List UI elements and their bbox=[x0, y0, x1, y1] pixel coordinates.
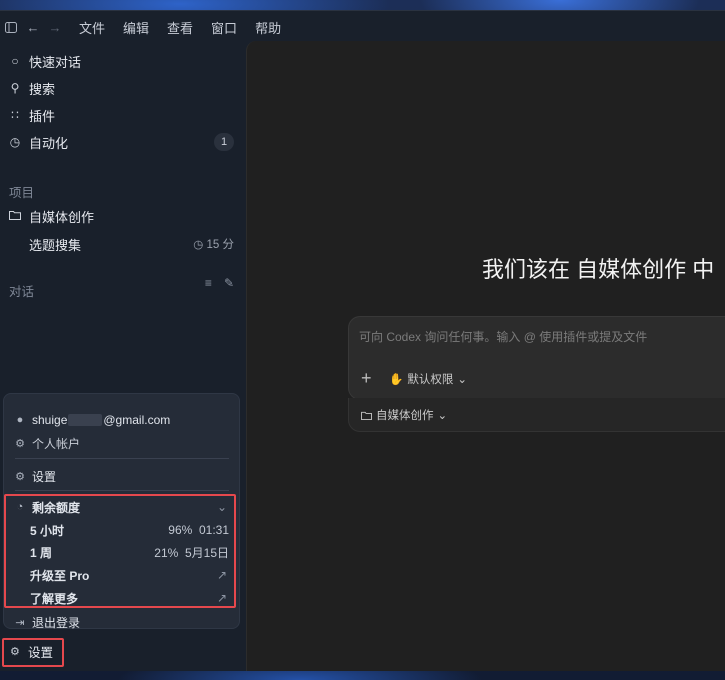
conversations-heading: 对话 bbox=[9, 285, 35, 299]
clock-icon: ◷ bbox=[9, 135, 21, 149]
quota-row-5h: 5 小时 96% 01:31 bbox=[4, 519, 239, 541]
forward-arrow-icon[interactable]: → bbox=[44, 11, 66, 43]
plugin-grid-icon: ∷ bbox=[11, 108, 19, 122]
project-item[interactable]: 自媒体创作 bbox=[0, 203, 240, 229]
settings-label: 设置 bbox=[28, 645, 54, 660]
hand-icon: ✋ bbox=[389, 374, 404, 386]
clock-icon: ◷ bbox=[193, 239, 207, 251]
quota-row-1w: 1 周 21% 5月15日 bbox=[4, 541, 239, 563]
quota-header[interactable]: ◔ 剩余额度 ⌄ bbox=[4, 496, 239, 518]
user-icon: ● bbox=[16, 414, 24, 426]
quota-percent: 96% bbox=[168, 523, 193, 537]
email-prefix: shuige bbox=[32, 413, 68, 427]
quota-label: 5 小时 bbox=[30, 523, 65, 538]
learn-more-label: 了解更多 bbox=[30, 591, 79, 606]
permission-dropdown[interactable]: ✋ 默认权限 ⌄ bbox=[389, 371, 467, 387]
gear-icon: ⚙ bbox=[15, 437, 25, 450]
quota-value: 96% 01:31 bbox=[168, 523, 229, 537]
thread-time: ◷ 15 分 bbox=[193, 236, 234, 252]
project-selector-bar: 自媒体创作 ⌄ bbox=[348, 398, 725, 432]
composer-box[interactable]: 可向 Codex 询问任何事。输入 @ 使用插件或提及文件 + ✋ 默认权限 ⌄ bbox=[348, 316, 725, 400]
menu-divider bbox=[15, 458, 229, 459]
search-icon: ⚲ bbox=[10, 81, 20, 95]
sidebar-item-label: 插件 bbox=[29, 108, 56, 124]
project-thread-item[interactable]: 选题搜集 ◷ 15 分 bbox=[29, 232, 234, 256]
sidebar-item-plugins[interactable]: ∷ 插件 bbox=[0, 102, 240, 128]
quota-reset: 01:31 bbox=[198, 523, 229, 537]
email-redaction bbox=[68, 414, 103, 426]
thread-time-text: 15 分 bbox=[206, 239, 235, 251]
external-link-icon: ↗ bbox=[216, 591, 227, 605]
gear-icon: ⚙ bbox=[15, 470, 25, 483]
chat-bubble-icon: ○ bbox=[11, 54, 19, 68]
settings-button[interactable]: ⚙ 设置 bbox=[4, 638, 62, 664]
quota-reset: 5月15日 bbox=[184, 545, 229, 560]
account-menu: ● shuige @gmail.com ⚙ 个人帐户 ⚙ 设置 ◔ 剩余额度 ⌄… bbox=[3, 393, 240, 630]
sidebar-item-label: 搜索 bbox=[29, 81, 56, 97]
filter-icon[interactable]: ≡ bbox=[205, 276, 212, 290]
add-attachment-icon[interactable]: + bbox=[361, 368, 372, 389]
project-selector-label: 自媒体创作 bbox=[376, 410, 434, 422]
sidebar-item-automation[interactable]: ◷ 自动化 1 bbox=[0, 129, 240, 155]
menu-help[interactable]: 帮助 bbox=[246, 11, 290, 43]
account-email-row: ● shuige @gmail.com bbox=[4, 409, 239, 431]
chevron-down-icon: ⌄ bbox=[437, 410, 448, 422]
permission-label: 默认权限 bbox=[407, 374, 454, 386]
thread-label: 选题搜集 bbox=[29, 237, 82, 253]
quota-value: 21% 5月15日 bbox=[154, 544, 229, 561]
sidebar-item-label: 自动化 bbox=[29, 135, 69, 151]
menu-divider bbox=[15, 606, 229, 607]
upgrade-label: 升级至 Pro bbox=[30, 568, 90, 583]
new-chat-icon[interactable]: ✎ bbox=[224, 276, 234, 290]
quota-percent: 21% bbox=[154, 545, 179, 560]
chevron-down-icon: ⌄ bbox=[457, 374, 467, 386]
sidebar-toggle-icon[interactable] bbox=[0, 11, 22, 43]
external-link-icon: ↗ bbox=[216, 568, 227, 582]
personal-account-item[interactable]: ⚙ 个人帐户 bbox=[4, 432, 239, 454]
menu-bar: ← → 文件 编辑 查看 窗口 帮助 bbox=[0, 11, 725, 43]
project-label: 自媒体创作 bbox=[29, 209, 95, 225]
sidebar-item-search[interactable]: ⚲ 搜索 bbox=[0, 75, 240, 101]
quota-label: 1 周 bbox=[30, 545, 53, 560]
sidebar-item-quick-chat[interactable]: ○ 快速对话 bbox=[0, 48, 240, 74]
menu-edit[interactable]: 编辑 bbox=[114, 11, 158, 43]
folder-icon bbox=[361, 411, 372, 420]
main-headline: 我们该在 自媒体创作 中 bbox=[482, 257, 715, 282]
sidebar-item-label: 快速对话 bbox=[29, 54, 82, 70]
automation-count-badge: 1 bbox=[214, 133, 234, 151]
composer-input[interactable]: 可向 Codex 询问任何事。输入 @ 使用插件或提及文件 bbox=[359, 328, 647, 345]
menu-settings-label: 设置 bbox=[32, 469, 57, 484]
personal-account-label: 个人帐户 bbox=[32, 436, 81, 451]
chevron-down-icon: ⌄ bbox=[216, 500, 227, 514]
back-arrow-icon[interactable]: ← bbox=[22, 11, 44, 43]
menu-settings-item[interactable]: ⚙ 设置 bbox=[4, 465, 239, 487]
quota-title: 剩余额度 bbox=[32, 500, 81, 515]
logout-item[interactable]: ⇥ 退出登录 bbox=[4, 611, 239, 633]
upgrade-pro-link[interactable]: 升级至 Pro ↗ bbox=[4, 564, 239, 586]
logout-label: 退出登录 bbox=[32, 615, 81, 630]
project-selector[interactable]: 自媒体创作 ⌄ bbox=[361, 407, 447, 423]
folder-icon bbox=[9, 209, 21, 223]
menu-view[interactable]: 查看 bbox=[158, 11, 202, 43]
logout-icon: ⇥ bbox=[15, 616, 25, 629]
conversation-tools: ≡ ✎ bbox=[205, 276, 234, 290]
menu-file[interactable]: 文件 bbox=[70, 11, 114, 43]
menu-divider bbox=[15, 490, 229, 491]
projects-heading: 项目 bbox=[9, 186, 35, 200]
gear-icon: ⚙ bbox=[10, 645, 20, 658]
email-suffix: @gmail.com bbox=[103, 413, 171, 427]
menu-window[interactable]: 窗口 bbox=[202, 11, 246, 43]
gauge-icon: ◔ bbox=[16, 501, 24, 513]
